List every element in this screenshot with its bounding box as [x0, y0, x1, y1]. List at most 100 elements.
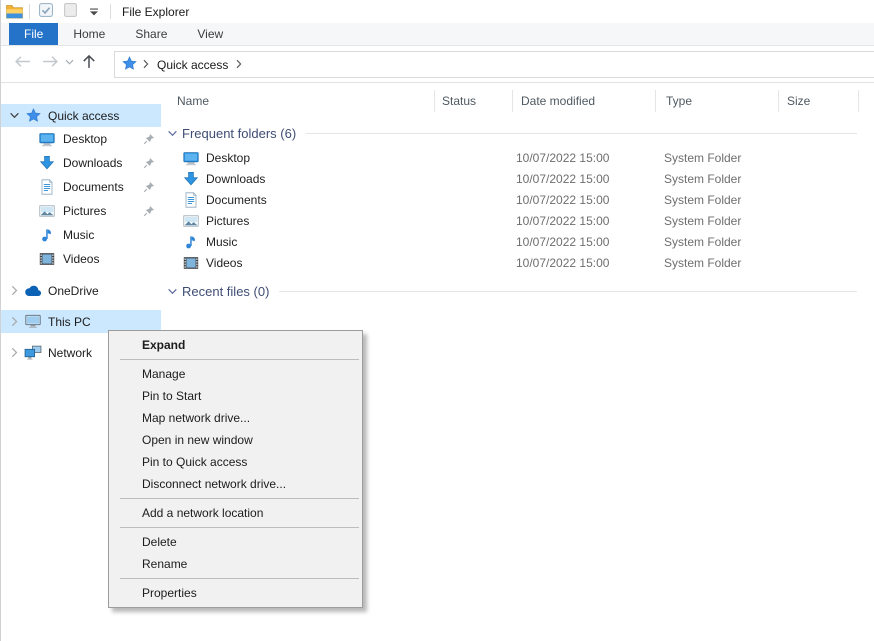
column-header-name[interactable]: Name	[177, 94, 209, 108]
file-name[interactable]: Pictures	[206, 214, 249, 228]
tab-file[interactable]: File	[9, 23, 58, 45]
file-row-desktop[interactable]: Desktop10/07/2022 15:00System Folder	[161, 148, 874, 169]
file-row-videos[interactable]: Videos10/07/2022 15:00System Folder	[161, 253, 874, 274]
file-name[interactable]: Documents	[206, 193, 267, 207]
chevron-right-icon[interactable]	[6, 316, 23, 327]
column-resize-handle[interactable]	[778, 90, 779, 112]
toolbar-divider	[110, 4, 111, 19]
file-date-modified: 10/07/2022 15:00	[516, 256, 609, 270]
file-date-modified: 10/07/2022 15:00	[516, 235, 609, 249]
sidebar-spacer	[1, 271, 161, 279]
breadcrumb-chevron-icon[interactable]	[235, 58, 243, 72]
file-name[interactable]: Music	[206, 235, 237, 249]
sidebar-item-quick-access[interactable]: Quick access	[1, 104, 161, 127]
forward-button[interactable]	[42, 55, 59, 68]
collapse-group-icon[interactable]	[167, 128, 178, 139]
tab-view[interactable]: View	[182, 23, 238, 45]
sidebar-item-label: Quick access	[48, 109, 119, 123]
file-type: System Folder	[664, 193, 741, 207]
breadcrumb-chevron-icon[interactable]	[142, 58, 150, 72]
app-folder-icon	[6, 4, 23, 19]
new-folder-button[interactable]	[60, 2, 80, 21]
menu-separator	[120, 498, 359, 499]
menu-item-add-a-network-location[interactable]: Add a network location	[109, 502, 362, 524]
quick-access-icon	[23, 108, 43, 123]
quick-access-star-icon	[122, 56, 137, 74]
file-type: System Folder	[664, 214, 741, 228]
file-row-documents[interactable]: Documents10/07/2022 15:00System Folder	[161, 190, 874, 211]
file-name[interactable]: Videos	[206, 256, 242, 270]
file-type: System Folder	[664, 151, 741, 165]
file-name[interactable]: Desktop	[206, 151, 250, 165]
menu-item-map-network-drive[interactable]: Map network drive...	[109, 407, 362, 429]
column-header-type[interactable]: Type	[666, 94, 692, 108]
sidebar-item-label: Music	[63, 228, 94, 242]
menu-item-pin-to-quick-access[interactable]: Pin to Quick access	[109, 451, 362, 473]
group-rule	[306, 133, 857, 134]
sidebar-item-label: Documents	[63, 180, 124, 194]
column-resize-handle[interactable]	[434, 90, 435, 112]
file-name[interactable]: Downloads	[206, 172, 265, 186]
sidebar-item-downloads[interactable]: Downloads	[1, 151, 161, 175]
chevron-right-icon[interactable]	[6, 347, 23, 358]
column-header-date-modified[interactable]: Date modified	[521, 94, 595, 108]
chevron-down-icon[interactable]	[6, 110, 23, 121]
file-row-pictures[interactable]: Pictures 10/07/2022 15:00 System Folder	[161, 211, 874, 232]
column-header-status[interactable]: Status	[442, 94, 476, 108]
menu-item-open-in-new-window[interactable]: Open in new window	[109, 429, 362, 451]
chevron-right-icon[interactable]	[6, 285, 23, 296]
menu-separator	[120, 359, 359, 360]
properties-check-icon	[39, 3, 53, 20]
group-header-frequent-folders[interactable]: Frequent folders (6)	[167, 124, 857, 142]
file-row-music[interactable]: Music10/07/2022 15:00System Folder	[161, 232, 874, 253]
group-label: Frequent folders	[182, 126, 277, 141]
menu-item-pin-to-start[interactable]: Pin to Start	[109, 385, 362, 407]
up-button[interactable]	[82, 54, 96, 69]
sidebar-spacer	[1, 302, 161, 310]
window-title: File Explorer	[122, 5, 189, 19]
menu-item-rename[interactable]: Rename	[109, 553, 362, 575]
customize-qat-button[interactable]	[84, 2, 104, 21]
tab-home[interactable]: Home	[58, 23, 120, 45]
sidebar-item-music[interactable]: Music	[1, 223, 161, 247]
file-row-downloads[interactable]: Downloads10/07/2022 15:00System Folder	[161, 169, 874, 190]
sidebar-item-documents[interactable]: Documents	[1, 175, 161, 199]
navigation-bar: Quick access	[1, 46, 874, 83]
column-resize-handle[interactable]	[858, 90, 859, 112]
back-button[interactable]	[14, 55, 31, 68]
pictures-icon	[183, 213, 199, 232]
file-explorer-window: File Explorer FileHomeShareView Quick ac…	[0, 0, 874, 641]
menu-item-expand[interactable]: Expand	[109, 334, 362, 356]
group-header-recent-files[interactable]: Recent files (0)	[167, 282, 857, 300]
column-resize-handle[interactable]	[655, 90, 656, 112]
sidebar-item-label: Pictures	[63, 204, 106, 218]
blank-doc-icon	[64, 3, 77, 20]
recent-locations-dropdown[interactable]	[65, 59, 74, 66]
sidebar-item-label: OneDrive	[48, 284, 99, 298]
sidebar-item-onedrive[interactable]: OneDrive	[1, 279, 161, 302]
sidebar-item-desktop[interactable]: Desktop	[1, 127, 161, 151]
sidebar-item-label: Downloads	[63, 156, 122, 170]
collapse-group-icon[interactable]	[167, 286, 178, 297]
address-bar[interactable]: Quick access	[114, 51, 874, 78]
menu-item-properties[interactable]: Properties	[109, 582, 362, 604]
videos-icon	[37, 251, 57, 267]
sidebar-item-videos[interactable]: Videos	[1, 247, 161, 271]
menu-item-disconnect-network-drive[interactable]: Disconnect network drive...	[109, 473, 362, 495]
file-date-modified: 10/07/2022 15:00	[516, 214, 609, 228]
sidebar-item-pictures[interactable]: Pictures	[1, 199, 161, 223]
file-date-modified: 10/07/2022 15:00	[516, 172, 609, 186]
network-icon	[23, 345, 43, 360]
menu-item-delete[interactable]: Delete	[109, 531, 362, 553]
music-icon	[37, 227, 57, 243]
music-icon	[183, 234, 199, 253]
column-resize-handle[interactable]	[512, 90, 513, 112]
menu-item-manage[interactable]: Manage	[109, 363, 362, 385]
tab-share[interactable]: Share	[120, 23, 182, 45]
group-count: (6)	[280, 126, 296, 141]
menu-separator	[120, 527, 359, 528]
properties-button[interactable]	[36, 2, 56, 21]
toolbar-divider	[29, 4, 30, 19]
breadcrumb-quick-access[interactable]: Quick access	[155, 58, 230, 72]
column-header-size[interactable]: Size	[787, 94, 810, 108]
